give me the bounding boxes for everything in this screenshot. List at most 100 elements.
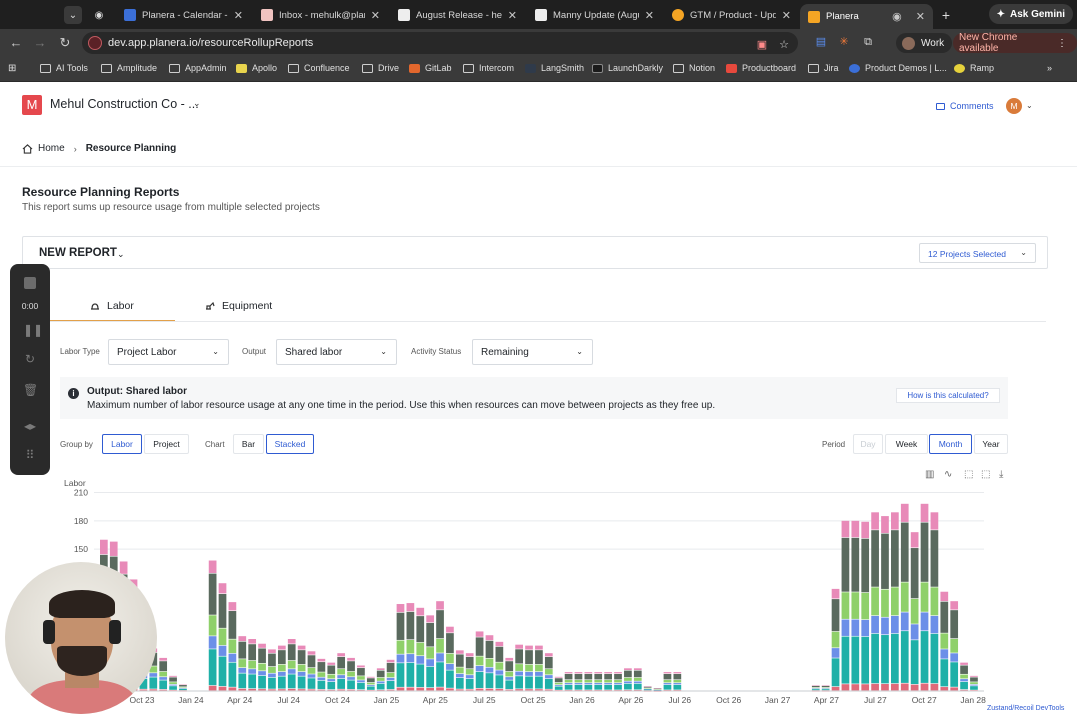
close-tab-icon[interactable]: ✕	[234, 9, 243, 22]
bookmark-drive[interactable]: Drive	[362, 63, 399, 73]
bar-segment	[475, 637, 484, 656]
chevron-down-icon[interactable]: ⌄	[193, 98, 201, 109]
profile-button[interactable]: Work	[896, 33, 953, 53]
report-name-dropdown[interactable]: NEW REPORT	[39, 247, 117, 259]
browser-tab[interactable]: GTM / Product - Upda ✕	[664, 4, 799, 26]
bookmark-product-demos[interactable]: Product Demos | L...	[849, 63, 947, 73]
group-by-project-button[interactable]: Project	[144, 434, 189, 454]
apps-grid-icon[interactable]: ⊞	[8, 63, 16, 74]
close-tab-icon[interactable]: ✕	[371, 9, 380, 22]
activity-status-select[interactable]: Remaining ⌄	[472, 339, 593, 365]
bookmark-ramp[interactable]: Ramp	[954, 63, 994, 73]
bar-segment	[238, 667, 247, 673]
record-icon[interactable]: ◉	[90, 6, 108, 24]
bookmark-langsmith[interactable]: LangSmith	[525, 63, 584, 73]
bookmark-ai-tools[interactable]: AI Tools	[40, 63, 88, 73]
address-bar[interactable]: dev.app.planera.io/resourceRollupReports…	[82, 32, 798, 54]
chart-bar-button[interactable]: Bar	[233, 434, 264, 454]
ask-gemini-button[interactable]: ✦ Ask Gemini	[988, 4, 1073, 24]
stop-recording-button[interactable]	[24, 277, 36, 289]
devtools-link[interactable]: Zustand/Recoil DevTools	[987, 705, 1064, 712]
extensions-puzzle-icon[interactable]: ⧉	[860, 34, 876, 50]
profile-avatar	[902, 36, 915, 50]
company-name[interactable]: Mehul Construction Co - ...	[50, 97, 199, 111]
bookmark-apollo[interactable]: Apollo	[236, 63, 277, 73]
info-icon: i	[68, 388, 79, 399]
tab-search-chevron-icon[interactable]: ⌄	[64, 6, 82, 24]
folder-icon	[463, 63, 474, 73]
webcam-bubble[interactable]	[5, 562, 157, 714]
bookmark-amplitude[interactable]: Amplitude	[101, 63, 157, 73]
comments-button[interactable]: Comments	[936, 101, 994, 111]
bookmark-appadmin[interactable]: AppAdmin	[169, 63, 227, 73]
group-by-labor-button[interactable]: Labor	[102, 434, 142, 454]
bookmark-productboard[interactable]: Productboard	[726, 63, 796, 73]
pause-icon[interactable]: ❚❚	[23, 323, 43, 337]
bookmark-launchdarkly[interactable]: LaunchDarkly	[592, 63, 663, 73]
close-tab-icon[interactable]: ✕	[782, 9, 791, 22]
company-logo[interactable]: M	[22, 95, 42, 115]
output-select[interactable]: Shared labor ⌄	[276, 339, 397, 365]
period-year-button[interactable]: Year	[974, 434, 1008, 454]
browser-tab[interactable]: August Release - head ✕	[390, 4, 525, 26]
restart-icon[interactable]: ↻	[23, 352, 37, 366]
browser-tab[interactable]: Manny Update (Augus ✕	[527, 4, 662, 26]
bar-segment	[851, 636, 860, 684]
close-tab-icon[interactable]: ✕	[508, 9, 517, 22]
chevron-down-icon[interactable]: ⌄	[1026, 101, 1033, 110]
bar-segment	[920, 683, 929, 691]
bar-segment	[871, 683, 879, 691]
browser-tab[interactable]: Inbox - mehulk@planer ✕	[253, 4, 388, 26]
bar-segment	[366, 685, 375, 686]
how-calculated-button[interactable]: How is this calculated?	[896, 388, 1000, 403]
bookmark-star-icon[interactable]: ☆	[776, 37, 792, 53]
breadcrumb-home[interactable]: Home	[38, 143, 65, 154]
period-week-button[interactable]: Week	[885, 434, 928, 454]
download-icon[interactable]: ⤓	[999, 469, 1003, 480]
cast-icon[interactable]: ▣	[754, 37, 770, 53]
back-icon[interactable]: ←	[8, 35, 24, 51]
user-avatar[interactable]: M	[1006, 98, 1022, 114]
period-day-button[interactable]: Day	[853, 434, 883, 454]
tab-labor[interactable]: Labor	[50, 300, 175, 322]
bar-segment	[297, 689, 306, 691]
trash-icon[interactable]: 🗑	[23, 383, 38, 397]
bar-segment	[920, 631, 929, 683]
bar-segment	[406, 640, 415, 654]
bookmark-jira[interactable]: Jira	[808, 63, 839, 73]
update-chrome-button[interactable]: New Chrome available ⋮	[953, 32, 1077, 54]
bookmark-notion[interactable]: Notion	[673, 63, 715, 73]
projects-select[interactable]: 12 Projects Selected ⌄	[919, 243, 1036, 263]
bar-segment	[416, 642, 425, 656]
tab-equipment[interactable]: Equipment	[205, 300, 272, 312]
drag-handle-icon[interactable]: ⠿	[23, 448, 37, 462]
site-info-icon[interactable]	[88, 36, 102, 50]
gmail-favicon-icon	[261, 9, 273, 21]
chart-stacked-button[interactable]: Stacked	[266, 434, 314, 454]
forward-icon[interactable]: →	[32, 35, 48, 51]
bar-segment	[426, 615, 435, 623]
record-indicator-icon: ◉	[892, 11, 902, 23]
reload-icon[interactable]: ↻	[57, 35, 73, 51]
new-tab-icon[interactable]: +	[937, 6, 955, 24]
collapse-icon[interactable]: ◂▸	[23, 419, 37, 433]
bar-segment	[297, 671, 306, 676]
browser-tab[interactable]: Planera - Calendar - W ✕	[116, 4, 251, 26]
extension-icon[interactable]: ▤	[813, 34, 829, 50]
labor-type-select[interactable]: Project Labor ⌄	[108, 339, 229, 365]
bookmark-gitlab[interactable]: GitLab	[409, 63, 452, 73]
bar-segment	[475, 656, 484, 666]
period-month-button[interactable]: Month	[929, 434, 972, 454]
more-bookmarks-icon[interactable]: »	[1047, 63, 1052, 73]
bar-segment	[386, 662, 395, 673]
bookmark-confluence[interactable]: Confluence	[288, 63, 350, 73]
kebab-menu-icon[interactable]: ⋮	[1057, 38, 1067, 49]
browser-tab-active[interactable]: Planera ◉ ✕	[800, 4, 933, 29]
bookmark-intercom[interactable]: Intercom	[463, 63, 514, 73]
chevron-down-icon[interactable]: ⌄	[117, 249, 125, 260]
close-tab-icon[interactable]: ✕	[645, 9, 654, 22]
bar-segment	[564, 684, 573, 690]
close-tab-icon[interactable]: ✕	[916, 10, 925, 23]
chevron-down-icon: ⌄	[1020, 248, 1027, 257]
extension-icon[interactable]: ✳	[836, 34, 852, 50]
